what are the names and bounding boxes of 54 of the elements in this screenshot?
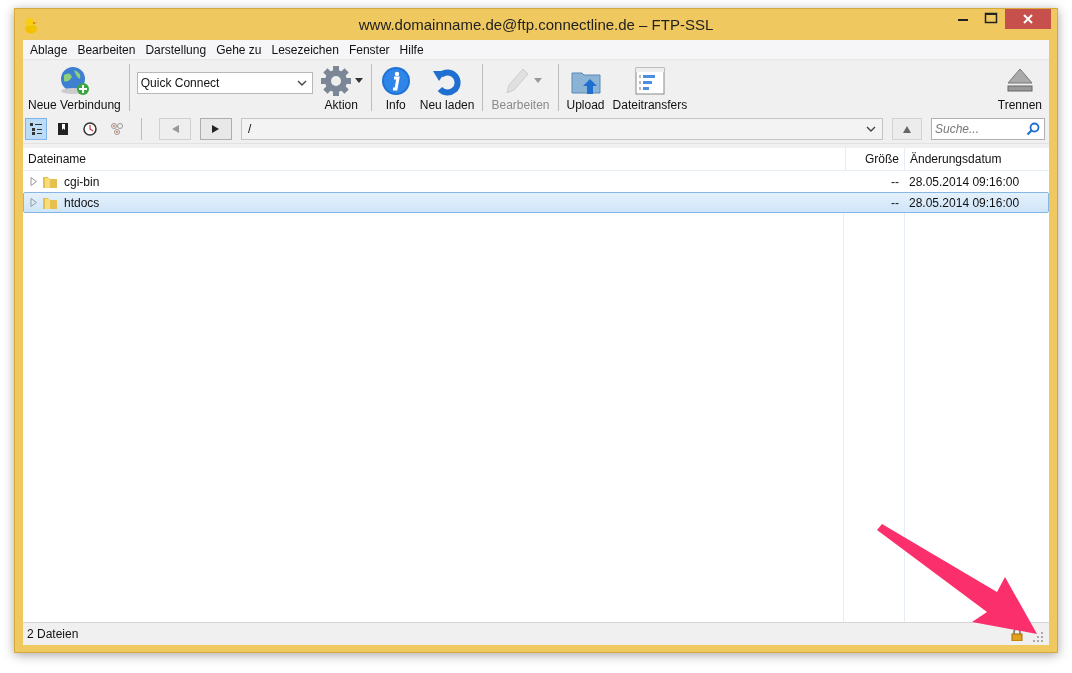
resize-grip-icon[interactable] <box>1033 632 1043 642</box>
file-size: -- <box>890 173 900 191</box>
toolbar-button[interactable]: Aktion <box>316 62 366 113</box>
caret-icon <box>354 78 363 83</box>
status-text: 2 Dateien <box>27 627 79 641</box>
view-mode-button[interactable] <box>25 118 47 140</box>
column-header[interactable]: Größe <box>845 148 905 170</box>
chevron-icon <box>866 126 876 132</box>
column-header[interactable]: Dateiname <box>23 148 845 170</box>
table-row[interactable]: htdocs -- 28.05.2014 09:16:00 <box>23 192 1049 213</box>
back-arrow-icon <box>170 124 180 134</box>
modified-date: 28.05.2014 09:16:00 <box>908 173 1021 191</box>
info-icon <box>379 64 412 97</box>
forward-button[interactable] <box>200 118 232 140</box>
toolbar-button[interactable]: Neue Verbindung <box>25 62 124 113</box>
clock-icon <box>82 121 98 137</box>
column-header[interactable]: Änderungsdatum <box>905 148 1049 170</box>
menu-item[interactable]: Hilfe <box>394 42 429 57</box>
file-name: cgi-bin <box>64 174 100 189</box>
toolbar-button[interactable]: Dateitransfers <box>609 62 691 113</box>
menu-item[interactable]: Ablage <box>25 42 73 57</box>
table-row[interactable]: cgi-bin -- 28.05.2014 09:16:00 <box>23 171 1049 192</box>
parent-folder-button[interactable] <box>892 118 922 140</box>
modified-date: 28.05.2014 09:16:00 <box>908 194 1021 212</box>
duck-icon <box>23 15 39 34</box>
caret-icon <box>534 78 542 83</box>
quick-connect-dropdown[interactable]: Quick Connect <box>136 71 313 94</box>
up-arrow-icon <box>902 125 912 133</box>
toolbar-button[interactable]: Upload <box>563 62 608 113</box>
file-size: -- <box>890 194 900 212</box>
tree-view-icon <box>28 121 44 137</box>
path-dropdown[interactable]: / <box>241 118 883 140</box>
search-field[interactable]: Suche... <box>931 118 1045 140</box>
menu-item[interactable]: Bearbeiten <box>72 42 141 57</box>
search-icon <box>1026 122 1040 136</box>
menu-item[interactable]: Gehe zu <box>211 42 267 57</box>
close-button[interactable] <box>1005 9 1051 29</box>
bookmark-icon <box>55 121 71 137</box>
toolbar-button[interactable]: Info <box>376 62 415 113</box>
toolbar-button[interactable]: Trennen <box>994 62 1045 113</box>
folder-icon <box>42 174 58 189</box>
globe-add-icon <box>58 64 91 97</box>
menu-item[interactable]: Fenster <box>343 42 395 57</box>
forward-arrow-icon <box>211 124 221 134</box>
menu-item[interactable]: Lesezeichen <box>266 42 344 57</box>
toolbar-button[interactable]: Neu laden <box>416 62 478 113</box>
chevron-icon <box>296 79 307 86</box>
window-title: www.domainname.de@ftp.connectline.de – FTP-SSL <box>358 16 714 33</box>
menu-item[interactable]: Darstellung <box>140 42 212 57</box>
folder-icon <box>42 195 58 210</box>
transfer-list-icon <box>633 64 666 97</box>
network-icon <box>109 121 125 137</box>
gear-icon <box>319 64 352 97</box>
file-name: htdocs <box>64 195 100 210</box>
